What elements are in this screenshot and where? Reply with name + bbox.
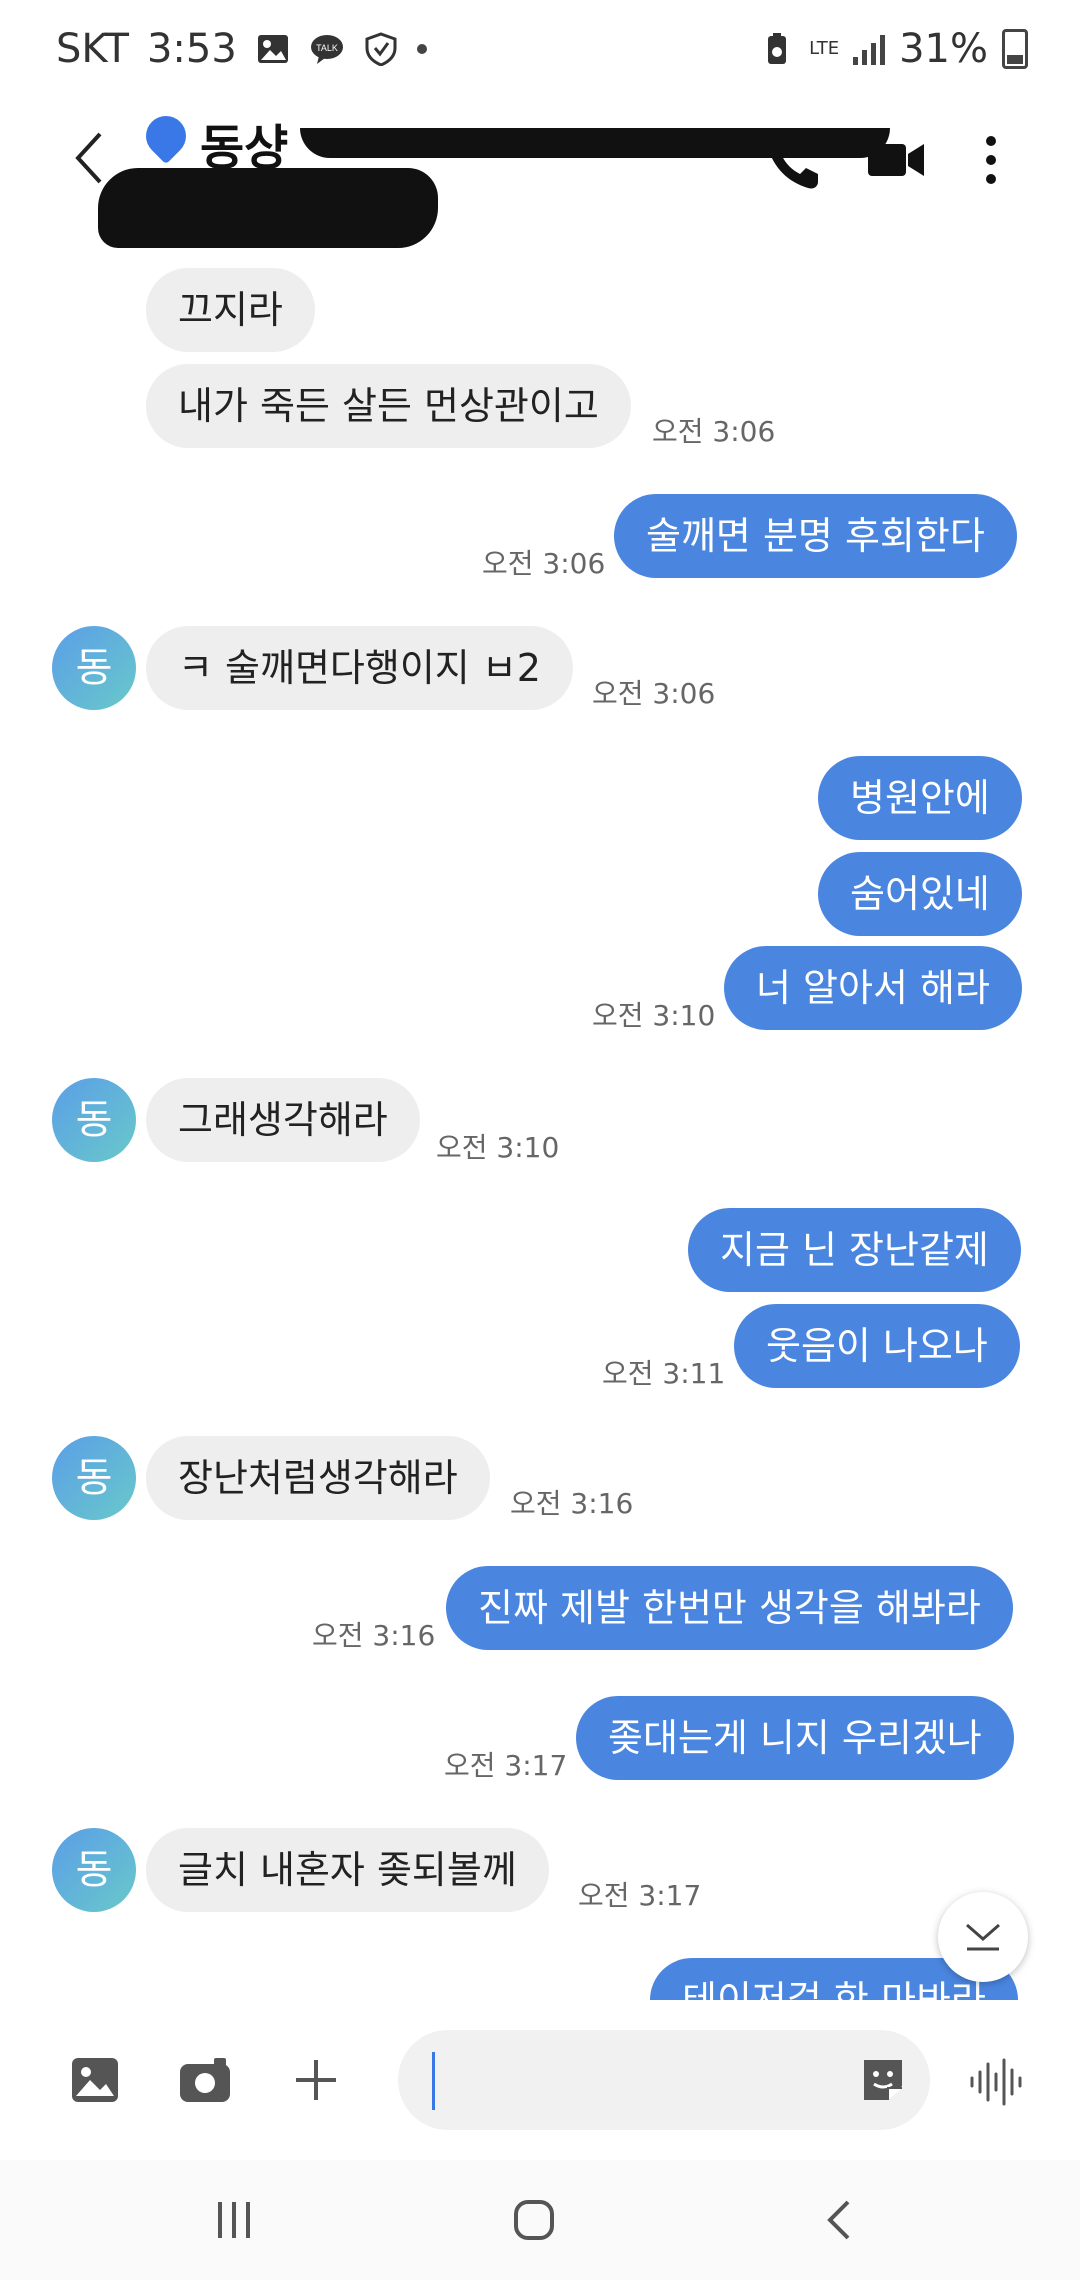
message-time: 오전 3:06 [482,547,606,580]
message-list[interactable]: 끄지라 내가 죽든 살든 먼상관이고 오전 3:06 술깨면 분명 후회한다 오… [0,0,1080,2000]
message-time: 오전 3:10 [436,1131,560,1164]
conversation-header: 동샹 HD [0,100,1080,250]
message-time: 오전 3:17 [578,1879,702,1912]
contact-indicator-icon [137,107,195,165]
message-bubble[interactable]: 내가 죽든 살든 먼상관이고 [146,364,631,448]
message-bubble[interactable]: 진짜 제발 한번만 생각을 해봐라 [446,1566,1013,1650]
redacted-number [98,168,438,248]
system-navigation-bar [0,2160,1080,2280]
message-bubble[interactable]: ㅋ 술깨면다행이지 ㅂ2 [146,626,573,710]
message-bubble[interactable]: 장난처럼생각해라 [146,1436,490,1520]
message-bubble[interactable]: 술깨면 분명 후회한다 [614,494,1017,578]
message-bubble[interactable]: 숨어있네 [818,852,1022,936]
recent-apps-icon[interactable] [212,2198,256,2242]
message-bubble[interactable]: 지금 닌 장난같제 [688,1208,1021,1292]
contact-avatar[interactable]: 동 [52,1436,136,1520]
contact-avatar[interactable]: 동 [52,1828,136,1912]
message-bubble[interactable]: 그래생각해라 [146,1078,420,1162]
hd-call-icon[interactable]: HD [762,130,826,194]
chevron-down-icon [966,1923,1000,1951]
message-bubble[interactable]: 끄지라 [146,268,315,352]
message-time: 오전 3:06 [592,677,716,710]
voice-input-icon[interactable] [968,2058,1024,2106]
message-input[interactable] [432,2052,845,2110]
message-bubble[interactable]: 웃음이 나오나 [734,1304,1020,1388]
message-bubble[interactable]: 병원안에 [818,756,1022,840]
scroll-to-bottom-button[interactable] [938,1892,1028,1982]
message-bubble[interactable]: 너 알아서 해라 [724,946,1022,1030]
message-time: 오전 3:10 [592,999,716,1032]
message-time: 오전 3:16 [312,1619,436,1652]
message-time: 오전 3:11 [602,1357,726,1390]
contact-avatar[interactable]: 동 [52,1078,136,1162]
contact-avatar[interactable]: 동 [52,626,136,710]
sticker-icon[interactable] [858,2056,908,2104]
message-input-container[interactable] [398,2030,930,2130]
message-bubble[interactable]: 좆대는게 니지 우리겠나 [576,1696,1014,1780]
message-time: 오전 3:17 [444,1749,568,1782]
add-icon[interactable] [292,2056,340,2104]
hd-badge: HD [797,135,819,152]
gallery-icon[interactable] [70,2056,120,2104]
more-options-icon[interactable] [984,134,998,186]
back-nav-icon[interactable] [818,2198,862,2242]
home-icon[interactable] [512,2198,556,2242]
message-time: 오전 3:16 [510,1487,634,1520]
message-time: 오전 3:06 [652,415,776,448]
video-call-icon[interactable] [866,138,926,182]
camera-icon[interactable] [178,2056,232,2104]
message-composer [0,2000,1080,2160]
message-bubble[interactable]: 글치 내혼자 좆되볼께 [146,1828,549,1912]
